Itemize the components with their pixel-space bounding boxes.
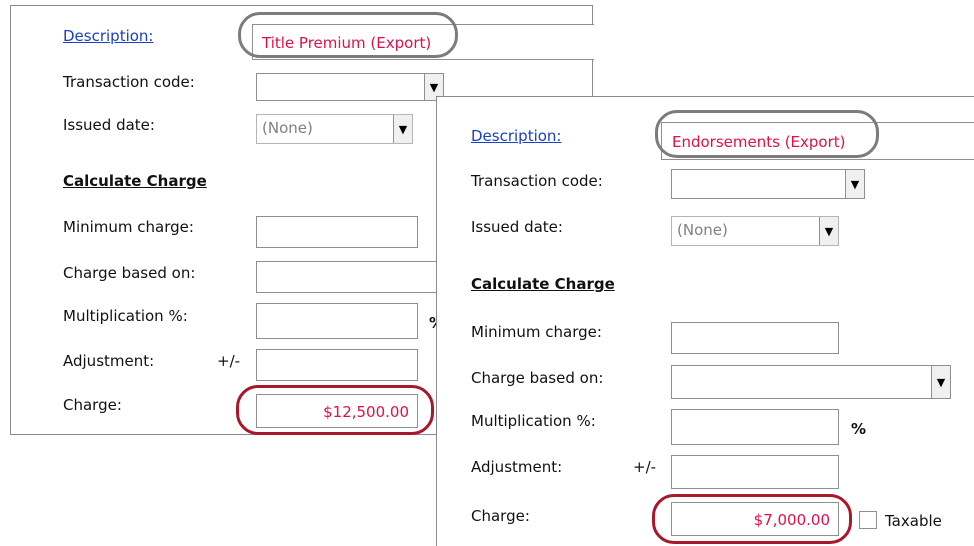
- transaction-code-label: Transaction code:: [471, 172, 603, 190]
- charge-value: $7,000.00: [753, 511, 830, 529]
- minimum-charge-label: Minimum charge:: [471, 323, 602, 341]
- charge-based-on-select[interactable]: [256, 261, 446, 293]
- plus-minus-label: +/-: [633, 458, 657, 476]
- multiplication-label: Multiplication %:: [63, 307, 188, 325]
- multiplication-input[interactable]: [256, 303, 418, 339]
- description-field[interactable]: Title Premium (Export): [252, 24, 594, 60]
- multiplication-input[interactable]: [671, 409, 839, 445]
- issued-date-select[interactable]: (None) ▼: [671, 216, 839, 246]
- description-field[interactable]: Endorsements (Export): [661, 122, 974, 160]
- transaction-code-select[interactable]: ▼: [671, 169, 865, 199]
- charge-value: $12,500.00: [323, 403, 409, 421]
- plus-minus-label: +/-: [217, 352, 241, 370]
- issued-date-value: (None): [262, 119, 313, 137]
- adjustment-input[interactable]: [671, 455, 839, 489]
- issued-date-label: Issued date:: [471, 218, 563, 236]
- multiplication-label: Multiplication %:: [471, 412, 596, 430]
- charge-form-endorsements: Description: Endorsements (Export) Trans…: [436, 96, 974, 546]
- charge-label: Charge:: [471, 507, 530, 525]
- chevron-down-icon[interactable]: ▼: [393, 115, 412, 143]
- calculate-charge-heading: Calculate Charge: [63, 172, 207, 190]
- minimum-charge-input[interactable]: [256, 216, 418, 248]
- issued-date-value: (None): [677, 221, 728, 239]
- chevron-down-icon[interactable]: ▼: [819, 217, 838, 245]
- description-value: Endorsements (Export): [672, 133, 846, 151]
- charge-input[interactable]: $7,000.00: [671, 502, 839, 536]
- charge-input[interactable]: $12,500.00: [256, 394, 418, 428]
- adjustment-label: Adjustment:: [471, 458, 563, 476]
- chevron-down-icon[interactable]: ▼: [845, 170, 864, 198]
- charge-based-on-select[interactable]: ▼: [671, 365, 951, 399]
- transaction-code-label: Transaction code:: [63, 73, 195, 91]
- description-link[interactable]: Description:: [471, 127, 561, 145]
- issued-date-select[interactable]: (None) ▼: [256, 114, 413, 144]
- description-link[interactable]: Description:: [63, 27, 153, 45]
- minimum-charge-input[interactable]: [671, 322, 839, 354]
- charge-based-on-label: Charge based on:: [471, 369, 604, 387]
- adjustment-input[interactable]: [256, 349, 418, 381]
- taxable-label: Taxable: [885, 512, 942, 530]
- calculate-charge-heading: Calculate Charge: [471, 275, 615, 293]
- charge-label: Charge:: [63, 396, 122, 414]
- issued-date-label: Issued date:: [63, 116, 155, 134]
- percent-symbol: %: [851, 420, 867, 438]
- adjustment-label: Adjustment:: [63, 352, 155, 370]
- transaction-code-select[interactable]: ▼: [256, 73, 444, 101]
- charge-based-on-label: Charge based on:: [63, 264, 196, 282]
- chevron-down-icon[interactable]: ▼: [931, 366, 950, 398]
- minimum-charge-label: Minimum charge:: [63, 218, 194, 236]
- taxable-checkbox[interactable]: [859, 511, 877, 529]
- description-value: Title Premium (Export): [262, 34, 432, 52]
